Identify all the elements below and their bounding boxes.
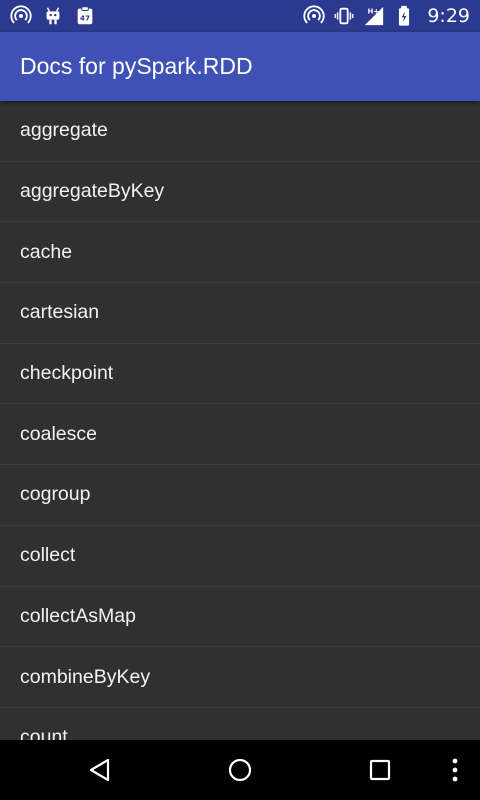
page-title: Docs for pySpark.RDD: [20, 53, 253, 79]
list-item-collectAsMap[interactable]: collectAsMap: [0, 587, 480, 648]
status-bar-right: H+ 9:29: [303, 5, 470, 27]
back-icon[interactable]: [80, 754, 120, 786]
list-item-label: combineByKey: [20, 665, 151, 688]
app-bar: Docs for pySpark.RDD: [0, 32, 480, 101]
list-item-label: cogroup: [20, 483, 91, 506]
list-item-cogroup[interactable]: cogroup: [0, 465, 480, 526]
list-item-cache[interactable]: cache: [0, 222, 480, 284]
overflow-menu-icon[interactable]: [445, 754, 465, 786]
list-item-label: aggregateByKey: [20, 180, 165, 203]
hotspot-icon: [303, 5, 325, 27]
list-item-label: cache: [20, 240, 73, 263]
list-item-checkpoint[interactable]: checkpoint: [0, 344, 480, 405]
list-item-combineByKey[interactable]: combineByKey: [0, 647, 480, 708]
list-item-cartesian[interactable]: cartesian: [0, 283, 480, 344]
recents-icon[interactable]: [360, 754, 400, 786]
android-debug-icon: [42, 5, 64, 27]
navigation-bar: [0, 740, 480, 800]
hotspot-icon: [10, 5, 32, 27]
method-list[interactable]: aggregate aggregateByKey cache cartesian…: [0, 101, 480, 740]
list-item-label: cartesian: [20, 301, 100, 324]
list-item-label: checkpoint: [20, 362, 114, 385]
list-item-aggregate[interactable]: aggregate: [0, 101, 480, 162]
list-item-label: coalesce: [20, 422, 97, 445]
list-item-collect[interactable]: collect: [0, 526, 480, 587]
battery-icon: [393, 5, 415, 27]
status-bar: 47 H+ 9:29: [0, 0, 480, 32]
clipboard-badge-icon: 47: [74, 5, 96, 27]
vibrate-icon: [333, 5, 355, 27]
list-item-label: collect: [20, 544, 76, 567]
list-item-coalesce[interactable]: coalesce: [0, 404, 480, 466]
signal-icon: H+: [363, 5, 385, 27]
status-bar-left: 47: [10, 5, 96, 27]
list-item-label: aggregate: [20, 119, 108, 142]
network-type-text: H+: [368, 7, 380, 15]
list-item-label: collectAsMap: [20, 604, 136, 627]
status-clock: 9:29: [427, 5, 470, 27]
list-item-label: count: [20, 726, 68, 740]
notification-badge-text: 47: [80, 14, 90, 23]
list-item-count[interactable]: count: [0, 708, 480, 740]
home-icon[interactable]: [220, 754, 260, 786]
list-item-aggregateByKey[interactable]: aggregateByKey: [0, 162, 480, 223]
